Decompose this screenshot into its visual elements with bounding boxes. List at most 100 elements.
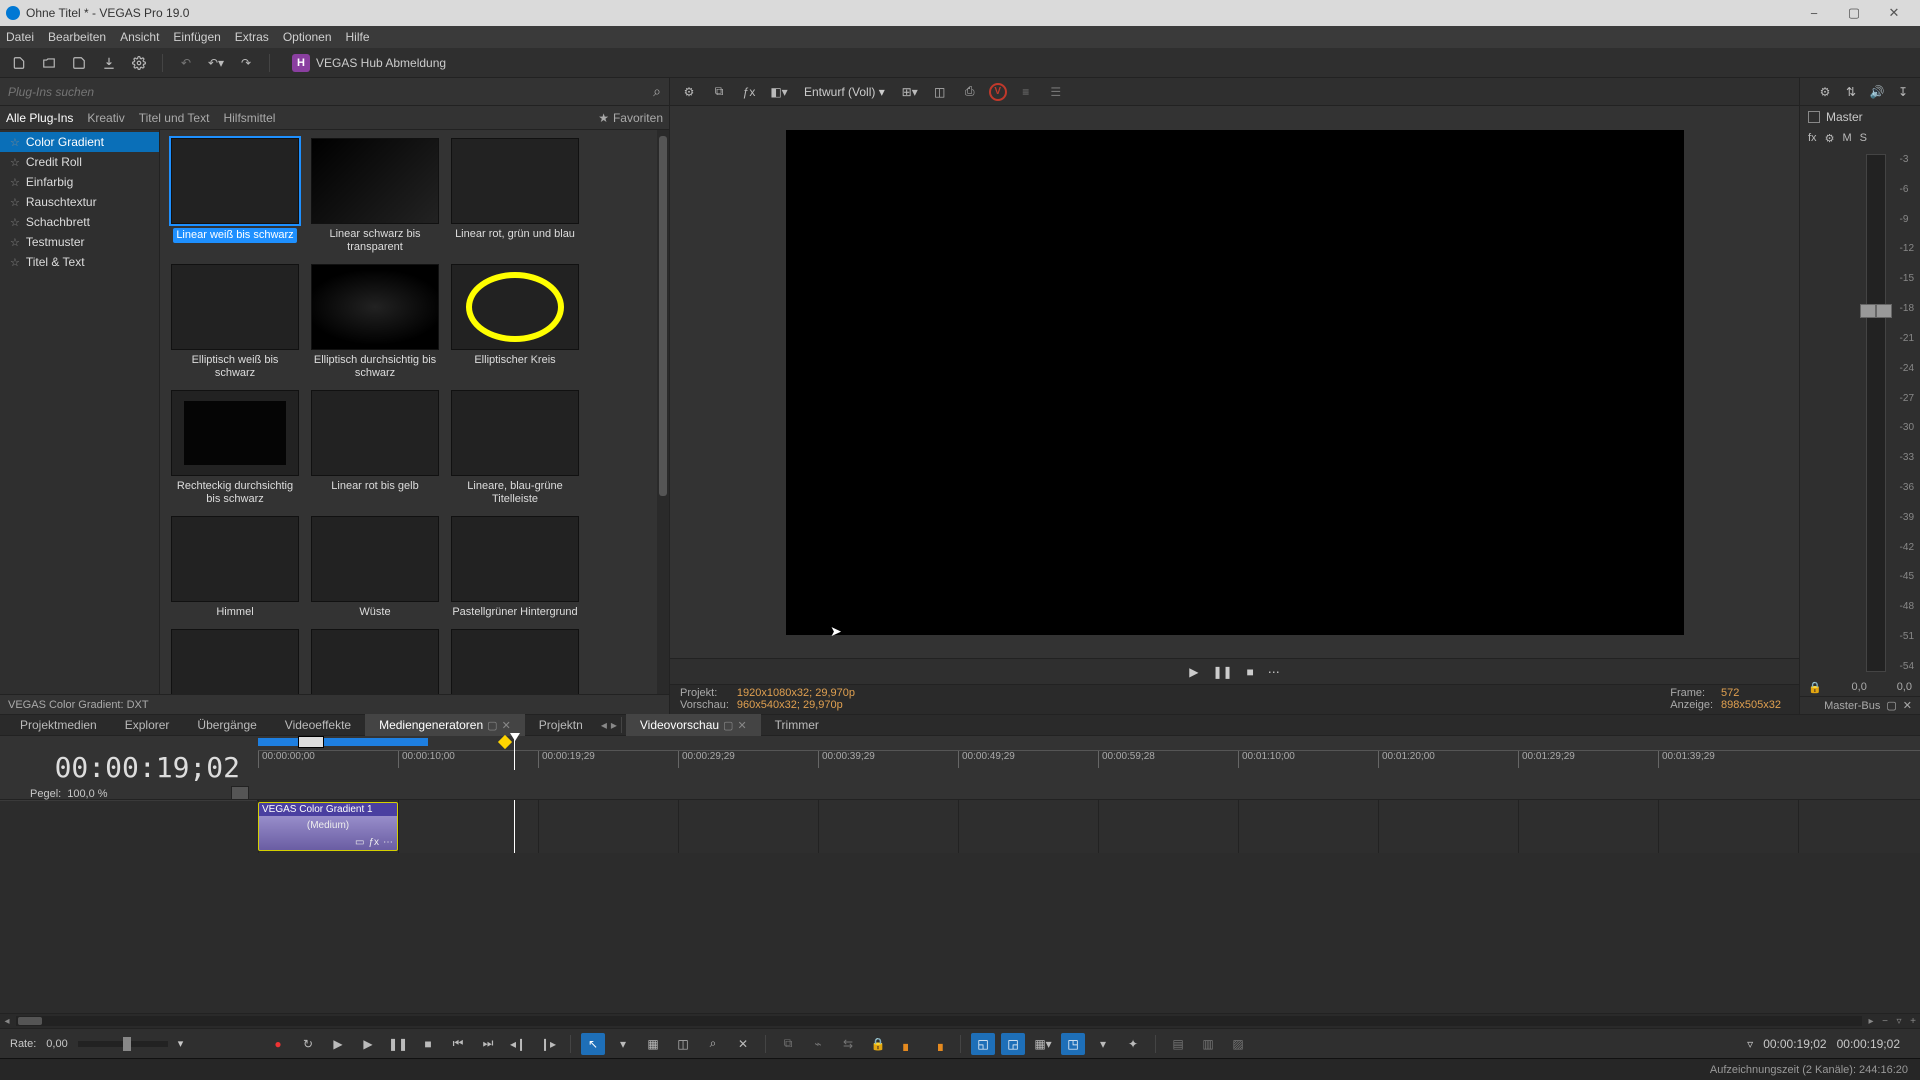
- tc-marker-icon[interactable]: ▿: [1747, 1037, 1753, 1051]
- presets-scrollbar[interactable]: [657, 130, 669, 694]
- marker-orange2-icon[interactable]: ▗: [926, 1033, 950, 1055]
- master-output-icon[interactable]: ↧: [1894, 83, 1912, 101]
- dock-close-icon[interactable]: ✕: [737, 719, 746, 732]
- play-button[interactable]: ▶: [356, 1033, 380, 1055]
- lock-icon[interactable]: 🔒: [866, 1033, 890, 1055]
- menu-datei[interactable]: Datei: [6, 30, 34, 44]
- dock-tab-videovorschau[interactable]: Videovorschau▢✕: [626, 714, 761, 736]
- tree-node-color-gradient[interactable]: ☆Color Gradient: [0, 132, 159, 152]
- preset-item[interactable]: Himmel: [168, 516, 302, 619]
- maximize-button[interactable]: ▢: [1834, 0, 1874, 26]
- preset-item[interactable]: Pastellgrüner Hintergrund: [448, 516, 582, 619]
- undo-icon[interactable]: ↶: [175, 52, 197, 74]
- dock-tab-mediengeneratoren[interactable]: Mediengeneratoren▢✕: [365, 714, 525, 736]
- scroll-left-icon[interactable]: ◂: [0, 1014, 14, 1028]
- master-fx-button[interactable]: fx: [1808, 132, 1817, 144]
- dock-scroll-left-icon[interactable]: ◂: [601, 718, 607, 732]
- preview-more-icon[interactable]: ⋯: [1268, 665, 1280, 679]
- go-end-button[interactable]: ⏭: [476, 1033, 500, 1055]
- prev-frame-button[interactable]: ◂❙: [506, 1033, 530, 1055]
- timeline-scrollbar[interactable]: ◂ ▸ − ▿ +: [0, 1014, 1920, 1028]
- master-dim-icon[interactable]: 🔊: [1868, 83, 1886, 101]
- menu-ansicht[interactable]: Ansicht: [120, 30, 159, 44]
- dock-close-icon[interactable]: ✕: [502, 719, 511, 732]
- misc-1-icon[interactable]: ▤: [1166, 1033, 1190, 1055]
- preset-item[interactable]: Elliptisch durchsichtig bis schwarz: [308, 264, 442, 380]
- redo-icon[interactable]: ↷: [235, 52, 257, 74]
- delete-icon[interactable]: ✕: [731, 1033, 755, 1055]
- plugins-tab-favoriten[interactable]: ★Favoriten: [598, 111, 663, 125]
- stop-button[interactable]: ■: [416, 1033, 440, 1055]
- menu-optionen[interactable]: Optionen: [283, 30, 332, 44]
- zoom-out-icon[interactable]: −: [1878, 1014, 1892, 1028]
- dock-undock-icon[interactable]: ▢: [487, 719, 497, 732]
- timeline-clip[interactable]: VEGAS Color Gradient 1 (Medium) ▭ƒx⋯: [258, 802, 398, 851]
- edit-tool-dropdown[interactable]: ▾: [611, 1033, 635, 1055]
- preview-stop-icon[interactable]: ■: [1247, 665, 1254, 679]
- track-thumb-icon[interactable]: [231, 786, 249, 800]
- record-button[interactable]: ●: [266, 1033, 290, 1055]
- plugins-tab-all[interactable]: Alle Plug-Ins: [6, 111, 73, 125]
- master-checkbox[interactable]: [1808, 111, 1820, 123]
- preview-pause-icon[interactable]: ❚❚: [1212, 665, 1232, 679]
- master-bus-label[interactable]: Master-Bus: [1824, 700, 1880, 712]
- track-lane[interactable]: VEGAS Color Gradient 1 (Medium) ▭ƒx⋯: [258, 800, 1920, 853]
- open-project-icon[interactable]: [38, 52, 60, 74]
- search-icon[interactable]: ⌕: [653, 83, 661, 100]
- preset-item[interactable]: Elliptisch weiß bis schwarz: [168, 264, 302, 380]
- preset-item[interactable]: Linear weiß bis schwarz: [168, 138, 302, 254]
- master-meter-icon[interactable]: ⇅: [1842, 83, 1860, 101]
- master-fader-track[interactable]: [1866, 154, 1886, 672]
- preview-settings-icon[interactable]: ⚙: [678, 81, 700, 103]
- clip-crop-icon[interactable]: ▭: [355, 837, 364, 848]
- tree-node-testmuster[interactable]: ☆Testmuster: [0, 232, 159, 252]
- dock-tab-trimmer[interactable]: Trimmer: [761, 714, 833, 736]
- misc-3-icon[interactable]: ▨: [1226, 1033, 1250, 1055]
- menu-bearbeiten[interactable]: Bearbeiten: [48, 30, 106, 44]
- region-marker[interactable]: [298, 736, 324, 748]
- scroll-right-icon[interactable]: ▸: [1864, 1014, 1878, 1028]
- preview-fx-icon[interactable]: ƒx: [738, 81, 760, 103]
- master-settings-icon[interactable]: ⚙: [1816, 83, 1834, 101]
- menu-extras[interactable]: Extras: [235, 30, 269, 44]
- preset-item[interactable]: Lineare, blau-grüne Titelleiste: [448, 390, 582, 506]
- master-mute-button[interactable]: M: [1842, 132, 1851, 144]
- plugins-tab-hilfsmittel[interactable]: Hilfsmittel: [223, 111, 275, 125]
- tree-node-credit-roll[interactable]: ☆Credit Roll: [0, 152, 159, 172]
- pause-button[interactable]: ❚❚: [386, 1033, 410, 1055]
- preview-viewport[interactable]: ➤: [670, 106, 1799, 658]
- dock-undock-icon[interactable]: ▢: [723, 719, 733, 732]
- master-solo-button[interactable]: S: [1860, 132, 1867, 144]
- rate-slider[interactable]: [78, 1041, 168, 1047]
- selection-tool[interactable]: ▦: [641, 1033, 665, 1055]
- marker-orange-icon[interactable]: ▖: [896, 1033, 920, 1055]
- playhead[interactable]: [514, 737, 515, 770]
- tree-node-rauschtextur[interactable]: ☆Rauschtextur: [0, 192, 159, 212]
- render-icon[interactable]: [98, 52, 120, 74]
- misc-2-icon[interactable]: ▥: [1196, 1033, 1220, 1055]
- tree-node-einfarbig[interactable]: ☆Einfarbig: [0, 172, 159, 192]
- clip-more-icon[interactable]: ⋯: [383, 837, 393, 848]
- lock-icon[interactable]: 🔒: [1808, 681, 1822, 694]
- tc-right[interactable]: 00:00:19;02: [1837, 1037, 1900, 1051]
- dock-pin-icon[interactable]: ▢: [1886, 699, 1896, 712]
- vegas-hub[interactable]: H VEGAS Hub Abmeldung: [292, 54, 446, 72]
- preset-item[interactable]: Elliptischer Kreis: [448, 264, 582, 380]
- preview-play-icon[interactable]: ▶: [1189, 665, 1198, 679]
- plugins-tab-kreativ[interactable]: Kreativ: [87, 111, 124, 125]
- autoripple-icon[interactable]: ⇆: [836, 1033, 860, 1055]
- envelope-tool[interactable]: ◫: [671, 1033, 695, 1055]
- preset-item[interactable]: Linear rot bis gelb: [308, 390, 442, 506]
- zoom-marker-icon[interactable]: ▿: [1892, 1014, 1906, 1028]
- plugins-tab-titel[interactable]: Titel und Text: [139, 111, 210, 125]
- close-button[interactable]: ✕: [1874, 0, 1914, 26]
- magnify-tool[interactable]: ⌕: [701, 1033, 725, 1055]
- menu-hilfe[interactable]: Hilfe: [346, 30, 370, 44]
- master-fader-knob[interactable]: [1860, 304, 1892, 318]
- minimize-button[interactable]: −: [1794, 0, 1834, 26]
- dock-tab-videoeffekte[interactable]: Videoeffekte: [271, 714, 365, 736]
- preset-item[interactable]: [308, 629, 442, 694]
- preview-list-icon[interactable]: ☰: [1045, 81, 1067, 103]
- rate-reset-icon[interactable]: ▾: [178, 1037, 184, 1050]
- tc-left[interactable]: 00:00:19;02: [1763, 1037, 1826, 1051]
